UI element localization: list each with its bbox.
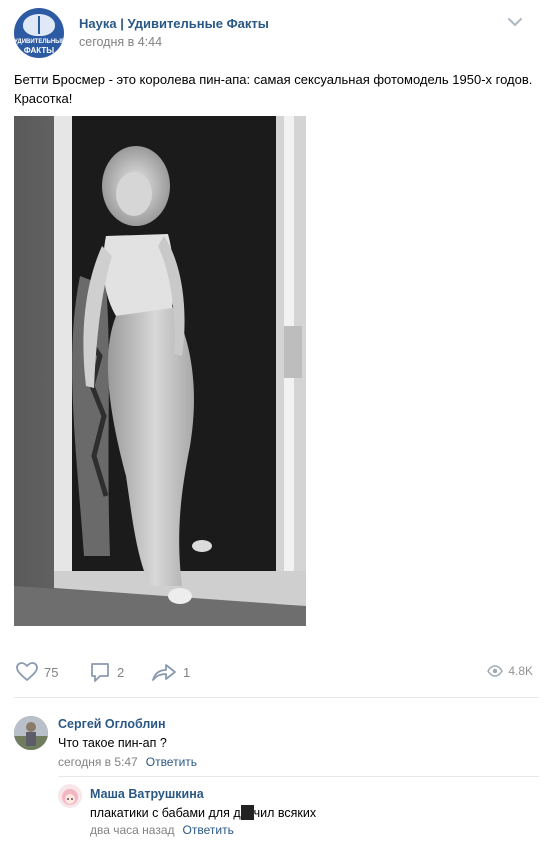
comment-icon (91, 663, 109, 682)
reply-button[interactable]: Ответить (183, 823, 234, 837)
post-text: Бетти Бросмер - это королева пин-апа: са… (14, 72, 533, 106)
comment-text-part: плакатики с бабами для д (90, 806, 241, 820)
comment-text: Что такое пин-ап ? (58, 736, 167, 750)
photo-image (14, 116, 306, 626)
views-count: 4.8K (508, 664, 533, 678)
share-icon (152, 664, 176, 681)
group-avatar[interactable]: УДИВИТЕЛЬНЫЕ ФАКТЫ (14, 8, 64, 58)
comment-meta: два часа назад Ответить (90, 823, 234, 837)
avatar[interactable] (14, 716, 48, 750)
divider (14, 697, 539, 698)
logo-line-2: ФАКТЫ (23, 46, 55, 55)
comment-author[interactable]: Маша Ватрушкина (90, 787, 204, 801)
group-logo-text: УДИВИТЕЛЬНЫЕ ФАКТЫ (14, 39, 64, 55)
avatar[interactable] (58, 784, 82, 808)
post-photo[interactable] (14, 116, 306, 626)
chevron-down-icon[interactable] (507, 16, 523, 28)
shares-count: 1 (183, 664, 191, 680)
group-name-link[interactable]: Наука | Удивительные Факты (79, 16, 269, 31)
censor-block (240, 805, 254, 820)
brain-icon (23, 14, 55, 36)
wall-post: УДИВИТЕЛЬНЫЕ ФАКТЫ Наука | Удивительные … (0, 0, 553, 847)
reply-button[interactable]: Ответить (146, 755, 197, 769)
divider (58, 776, 539, 777)
views-counter: 4.8K (487, 664, 533, 678)
eye-icon (487, 665, 504, 677)
share-button[interactable]: 1 (151, 660, 190, 684)
comment-button[interactable]: 2 (89, 660, 124, 684)
logo-line-1: УДИВИТЕЛЬНЫЕ (14, 39, 64, 45)
post-time[interactable]: сегодня в 4:44 (79, 35, 162, 49)
like-button[interactable]: 75 (16, 660, 58, 684)
comment-text: плакатики с бабами для д чил всяких (90, 805, 316, 820)
comment-time[interactable]: два часа назад (90, 823, 175, 837)
likes-count: 75 (44, 664, 59, 680)
anime-avatar-icon (58, 784, 82, 808)
comments-count: 2 (117, 664, 125, 680)
comment-author[interactable]: Сергей Оглоблин (58, 717, 166, 731)
person-photo-icon (14, 716, 48, 750)
heart-icon (16, 662, 38, 681)
comment-meta: сегодня в 5:47 Ответить (58, 755, 197, 769)
comment-time[interactable]: сегодня в 5:47 (58, 755, 138, 769)
comment-text-part: чил всяких (253, 806, 317, 820)
